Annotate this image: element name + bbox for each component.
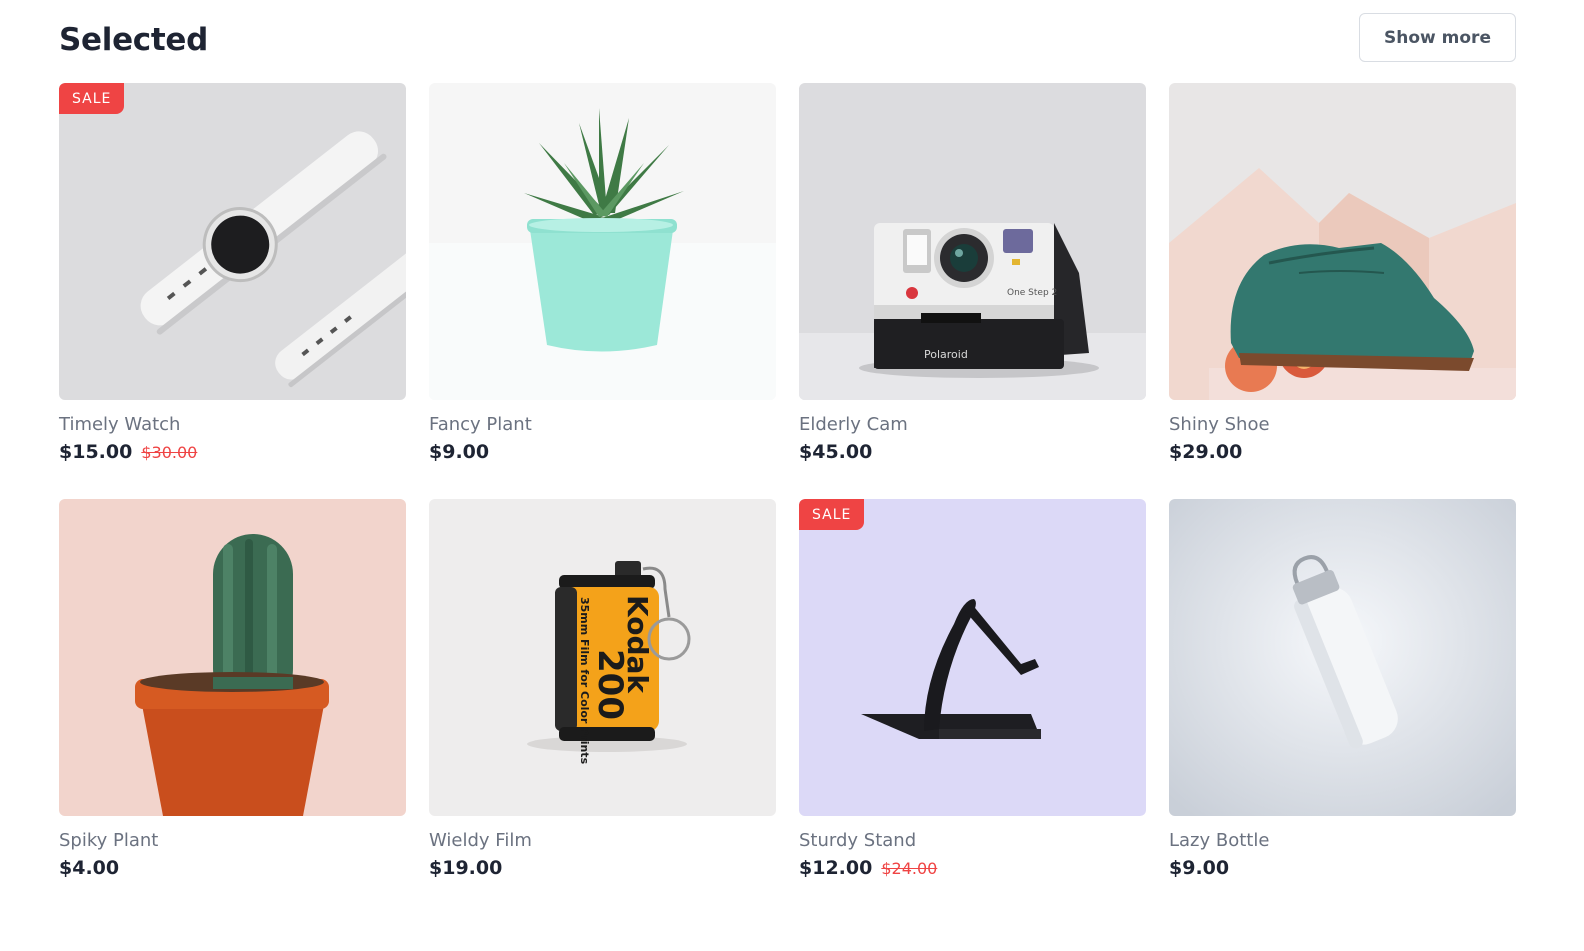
product-image-green-shoe[interactable] [1169,83,1516,400]
product-price: $9.00 [1169,857,1230,879]
product-card[interactable]: Fancy Plant $9.00 [429,83,776,465]
product-prices: $19.00 [429,857,776,879]
product-prices: $12.00 $24.00 [799,857,1146,879]
section-header: Selected Show more [59,0,1516,83]
film-speed-text: 200 [590,649,630,720]
phone-stand-image [799,499,1146,816]
product-prices: $9.00 [1169,857,1516,879]
smartwatch-image [59,83,406,400]
cactus-plant-image [59,499,406,816]
product-price: $9.00 [429,441,490,463]
product-prices: $9.00 [429,441,776,463]
product-price: $12.00 [799,857,873,879]
product-name[interactable]: Fancy Plant [429,414,776,436]
product-price: $19.00 [429,857,503,879]
green-shoe-image [1169,83,1516,400]
film-roll-image: Kodak 200 35mm Film for Color Prints [429,499,776,816]
water-bottle-image [1169,499,1516,816]
product-grid: SALE Timely Watch $15.00 $30.00 Fancy Pl… [59,83,1516,881]
product-prices: $4.00 [59,857,406,879]
product-card[interactable]: Shiny Shoe $29.00 [1169,83,1516,465]
product-card[interactable]: Lazy Bottle $9.00 [1169,499,1516,881]
sale-badge: SALE [59,83,125,114]
camera-model-text: One Step 2 [1007,288,1057,298]
product-image-film-roll[interactable]: Kodak 200 35mm Film for Color Prints [429,499,776,816]
product-image-phone-stand[interactable]: SALE [799,499,1146,816]
product-prices: $15.00 $30.00 [59,441,406,463]
product-name[interactable]: Elderly Cam [799,414,1146,436]
product-card[interactable]: Polaroid One Step 2 Elderly Cam $45.00 [799,83,1146,465]
product-old-price: $30.00 [141,443,198,462]
product-card[interactable]: SALE Sturdy Stand $12.00 $24.00 [799,499,1146,881]
product-old-price: $24.00 [881,859,938,878]
camera-brand-text: Polaroid [924,348,968,361]
succulent-plant-image [429,83,776,400]
product-section: Selected Show more SALE Timely Watch $15… [0,0,1584,951]
product-image-water-bottle[interactable] [1169,499,1516,816]
product-image-smartwatch[interactable]: SALE [59,83,406,400]
product-name[interactable]: Shiny Shoe [1169,414,1516,436]
product-price: $29.00 [1169,441,1243,463]
show-more-button[interactable]: Show more [1359,13,1516,62]
product-price: $4.00 [59,857,120,879]
product-card[interactable]: Spiky Plant $4.00 [59,499,406,881]
product-card[interactable]: SALE Timely Watch $15.00 $30.00 [59,83,406,465]
product-name[interactable]: Spiky Plant [59,830,406,852]
product-name[interactable]: Timely Watch [59,414,406,436]
product-card[interactable]: Kodak 200 35mm Film for Color Prints Wie… [429,499,776,881]
product-name[interactable]: Wieldy Film [429,830,776,852]
product-name[interactable]: Lazy Bottle [1169,830,1516,852]
product-image-succulent-plant[interactable] [429,83,776,400]
film-desc-text: 35mm Film for Color Prints [578,597,591,765]
instant-camera-image: Polaroid One Step 2 [799,83,1146,400]
product-image-cactus-plant[interactable] [59,499,406,816]
section-title: Selected [59,21,209,58]
sale-badge: SALE [799,499,865,530]
product-price: $15.00 [59,441,133,463]
product-prices: $29.00 [1169,441,1516,463]
product-name[interactable]: Sturdy Stand [799,830,1146,852]
product-prices: $45.00 [799,441,1146,463]
product-image-instant-camera[interactable]: Polaroid One Step 2 [799,83,1146,400]
product-price: $45.00 [799,441,873,463]
